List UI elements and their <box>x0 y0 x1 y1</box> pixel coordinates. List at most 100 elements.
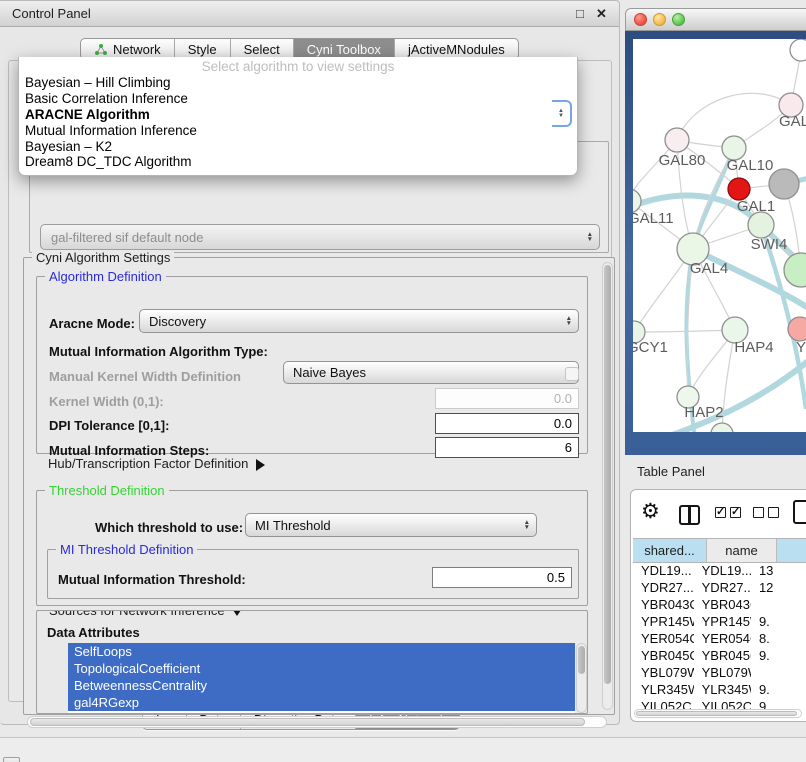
combo-stepper-icon: ▲▼ <box>587 225 593 249</box>
scrollbar-thumb[interactable] <box>578 646 585 674</box>
select-all-checkboxes-icon[interactable] <box>715 507 741 518</box>
float-window-icon[interactable]: □ <box>576 6 584 21</box>
algorithm-option-aracne-algorithm[interactable]: ARACNE Algorithm <box>19 107 577 123</box>
node-label-gal80: GAL80 <box>659 152 706 169</box>
attributes-list-scrollbar[interactable] <box>576 643 587 713</box>
table-cell: YLR345W <box>633 681 694 698</box>
network-node[interactable] <box>748 212 774 238</box>
network-node[interactable] <box>788 317 806 341</box>
mi-steps-field[interactable]: 6 <box>435 437 579 458</box>
node-label-hap4: HAP4 <box>734 339 773 356</box>
column-header-name[interactable]: name <box>707 539 777 562</box>
tab-label: Select <box>244 42 280 57</box>
mi-type-combobox[interactable]: Naive Bayes ▲▼ <box>283 361 579 384</box>
attribute-item-betweennesscentrality[interactable]: BetweennessCentrality <box>68 677 575 694</box>
algorithm-option-bayesian-hill-climbing[interactable]: Bayesian – Hill Climbing <box>19 75 577 91</box>
algorithm-option-basic-correlation-inference[interactable]: Basic Correlation Inference <box>19 91 577 107</box>
mi-threshold-field[interactable]: 0.5 <box>432 567 572 588</box>
network-node-labels: GALGAL80GAL10GAL1GAL11SWI4GAL4GCY1HAP4YH… <box>633 113 806 421</box>
mi-threshold-value: 0.5 <box>547 570 565 585</box>
dpi-tolerance-field[interactable]: 0.0 <box>435 413 579 434</box>
network-canvas[interactable]: GALGAL80GAL10GAL1GAL11SWI4GAL4GCY1HAP4YH… <box>633 39 806 432</box>
table-cell: YDR27... <box>694 579 751 596</box>
gear-icon[interactable]: ⚙ <box>641 499 660 524</box>
network-node[interactable] <box>728 178 750 200</box>
table-cell <box>751 664 806 681</box>
network-node[interactable] <box>784 253 806 287</box>
sources-group-title[interactable]: Sources for Network Inference <box>45 610 247 618</box>
node-label-gal4: GAL4 <box>690 260 728 277</box>
network-node[interactable] <box>665 128 689 152</box>
settings-vertical-scrollbar[interactable] <box>602 262 613 710</box>
table-row[interactable]: YBR045CYBR045C9. <box>633 647 806 664</box>
table-row[interactable]: YIL052CYIL052C9. <box>633 698 806 709</box>
network-window-titlebar[interactable] <box>625 8 806 31</box>
tab-style[interactable]: Style <box>175 39 231 59</box>
corner-panel-button[interactable] <box>3 757 20 762</box>
network-node[interactable] <box>711 423 733 432</box>
table-row[interactable]: YLR345WYLR345W9. <box>633 681 806 698</box>
close-button[interactable] <box>634 13 647 26</box>
document-icon[interactable] <box>793 500 806 524</box>
network-node[interactable] <box>769 169 799 199</box>
table-cell: YBR045C <box>694 647 751 664</box>
table-row[interactable]: YDR27...YDR27...12 <box>633 579 806 596</box>
deselect-all-checkboxes-icon[interactable] <box>753 507 779 518</box>
table-row[interactable]: YPR145WYPR145W9. <box>633 613 806 630</box>
column-header-shared[interactable]: shared... <box>633 539 707 562</box>
sources-title-text: Sources for Network Inference <box>49 610 225 618</box>
node-label-hap2: HAP2 <box>684 404 723 421</box>
table-cell: 12 <box>751 579 806 596</box>
aracne-mode-combobox[interactable]: Discovery ▲▼ <box>139 309 579 333</box>
network-graph[interactable]: GALGAL80GAL10GAL1GAL11SWI4GAL4GCY1HAP4YH… <box>633 39 806 432</box>
kernel-width-field: 0.0 <box>435 388 579 409</box>
minimize-button[interactable] <box>653 13 666 26</box>
table-cell: YIL052C <box>633 698 694 709</box>
dpi-tolerance-value: 0.0 <box>554 416 572 431</box>
which-threshold-combobox[interactable]: MI Threshold ▲▼ <box>245 513 537 537</box>
tab-jactivemnodules[interactable]: jActiveMNodules <box>395 39 518 59</box>
network-node[interactable] <box>790 39 806 61</box>
table-row[interactable]: YER054CYER054C8. <box>633 630 806 647</box>
attribute-item-topologicalcoefficient[interactable]: TopologicalCoefficient <box>68 660 575 677</box>
attribute-item-selfloops[interactable]: SelfLoops <box>68 643 575 660</box>
zoom-button[interactable] <box>672 13 685 26</box>
settings-horizontal-scrollbar[interactable] <box>27 716 607 728</box>
network-selector-combobox[interactable]: gal-filtered sif default node ▲▼ <box>40 224 600 250</box>
algorithm-definition-group: Algorithm Definition Aracne Mode: Discov… <box>36 276 588 454</box>
table-row[interactable]: YDL19...YDL19...13 <box>633 562 806 579</box>
table-cell: YDL19... <box>694 562 751 579</box>
table-row[interactable]: YBL079WYBL079W <box>633 664 806 681</box>
scrollbar-thumb[interactable] <box>636 711 797 716</box>
collapse-down-icon[interactable] <box>231 610 243 616</box>
combobox-focus-artifact: ▲▼ <box>552 100 572 127</box>
column-header-2[interactable] <box>777 539 806 562</box>
tab-cyni-toolbox[interactable]: Cyni Toolbox <box>294 39 395 59</box>
tab-select[interactable]: Select <box>231 39 294 59</box>
which-threshold-value: MI Threshold <box>255 518 331 533</box>
combo-stepper-icon: ▲▼ <box>524 514 530 536</box>
tab-network[interactable]: Network <box>81 39 175 59</box>
scrollbar-thumb[interactable] <box>30 718 585 726</box>
table-horizontal-scrollbar[interactable] <box>634 709 802 718</box>
algorithm-option-bayesian-k2[interactable]: Bayesian – K2 <box>19 139 577 155</box>
columns-icon[interactable] <box>679 505 700 525</box>
threshold-definition-group: Threshold Definition Which threshold to … <box>36 490 588 606</box>
attribute-item-gal4rgexp[interactable]: gal4RGexp <box>68 694 575 711</box>
node-label-gal10: GAL10 <box>727 157 774 174</box>
data-attributes-list[interactable]: SelfLoopsTopologicalCoefficientBetweenne… <box>68 643 575 713</box>
manual-kernel-checkbox[interactable] <box>565 367 579 381</box>
kernel-width-value: 0.0 <box>554 391 572 406</box>
expand-right-icon[interactable] <box>256 459 265 471</box>
algorithm-option-mutual-information-inference[interactable]: Mutual Information Inference <box>19 123 577 139</box>
algorithm-option-dream8-dc-tdc-algorithm[interactable]: Dream8 DC_TDC Algorithm <box>19 154 577 170</box>
node-label-gal11: GAL11 <box>633 210 674 227</box>
table-panel-title: Table Panel <box>637 464 705 479</box>
table-body: YDL19...YDL19...13YDR27...YDR27...12YBR0… <box>633 562 806 709</box>
mi-threshold-definition-group: MI Threshold Definition Mutual Informati… <box>47 549 579 599</box>
table-row[interactable]: YBR043CYBR043C <box>633 596 806 613</box>
scrollbar-thumb[interactable] <box>604 265 611 684</box>
network-view-window: GALGAL80GAL10GAL1GAL11SWI4GAL4GCY1HAP4YH… <box>625 8 806 455</box>
close-window-icon[interactable]: ✕ <box>596 6 607 22</box>
hub-definition-row[interactable]: Hub/Transcription Factor Definition <box>48 456 265 471</box>
